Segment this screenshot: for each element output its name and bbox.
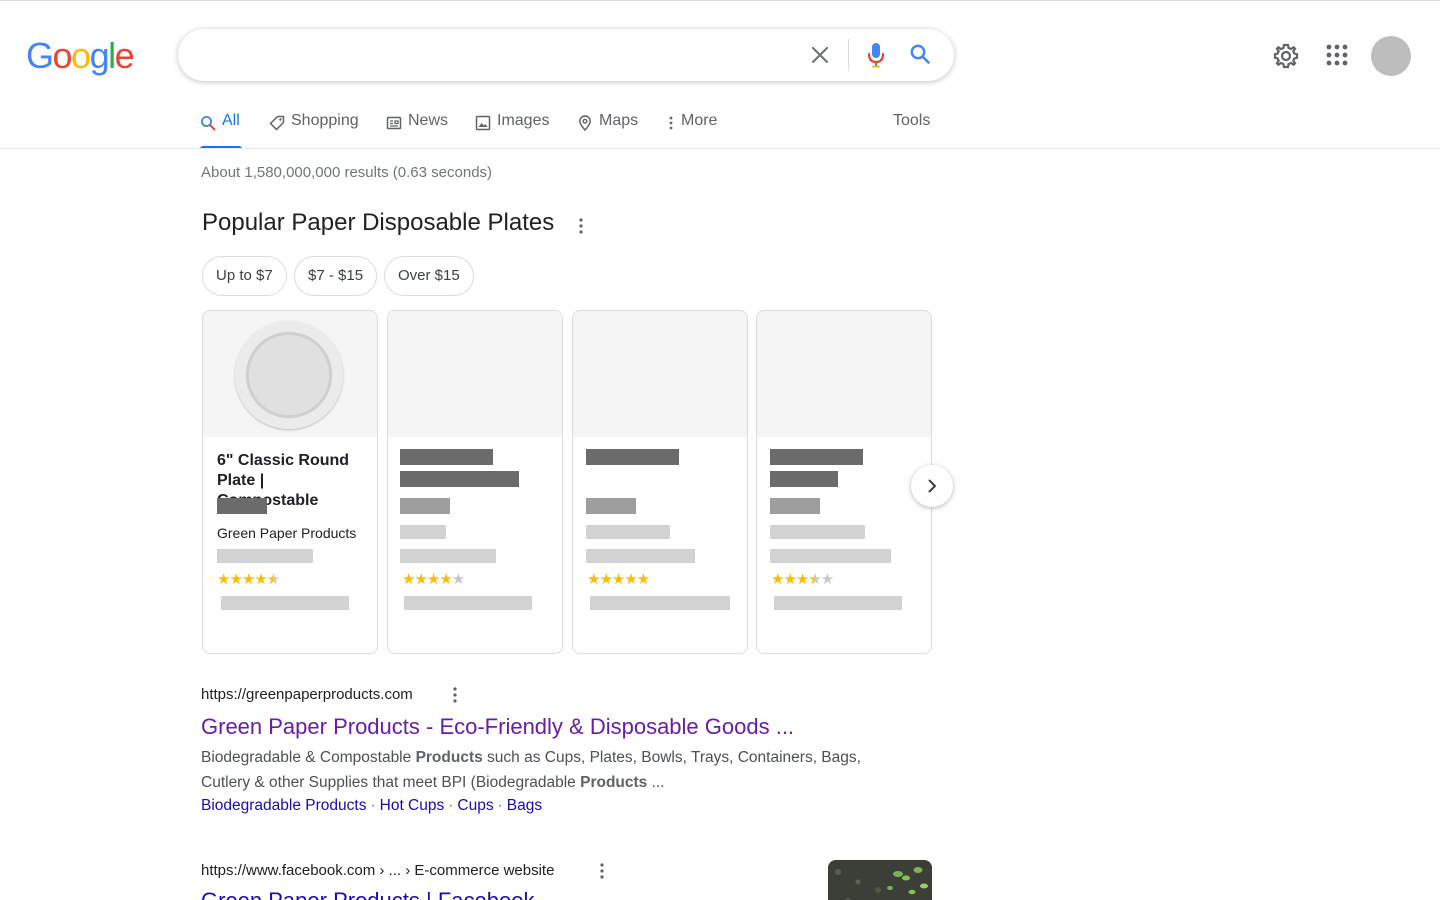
result-thumbnail[interactable] [828, 860, 932, 900]
sitelink[interactable]: Bags [507, 797, 542, 814]
result-title-link[interactable]: Green Paper Products | Facebook [201, 888, 534, 900]
result-url[interactable]: https://www.facebook.com › ... › E-comme… [201, 862, 554, 879]
redacted-text [586, 549, 695, 563]
product-merchant: Green Paper Products [217, 525, 357, 541]
avatar[interactable] [1371, 36, 1411, 76]
product-card[interactable]: ★★★★★ [572, 310, 748, 654]
logo-letter: o [52, 35, 73, 76]
star-rating: ★★★★★ [771, 571, 834, 588]
result-title-link[interactable]: Green Paper Products - Eco-Friendly & Di… [201, 714, 794, 740]
product-card[interactable]: ★★★★★ [387, 310, 563, 654]
more-options-icon[interactable] [572, 216, 590, 236]
tab-label: More [681, 112, 718, 129]
star-rating: ★★★★★ [587, 571, 650, 588]
logo-letter: G [26, 35, 54, 76]
redacted-merchant [586, 525, 670, 539]
product-image [573, 311, 747, 437]
search-box [178, 29, 954, 81]
redacted-price [770, 498, 820, 514]
chevron-right-icon [928, 479, 936, 493]
sitelink[interactable]: Biodegradable Products [201, 797, 366, 814]
tools-button[interactable]: Tools [893, 112, 930, 149]
newspaper-icon [386, 116, 402, 130]
google-logo[interactable]: Google [26, 35, 135, 76]
price-chip[interactable]: $7 - $15 [294, 256, 378, 296]
tab-shopping[interactable]: Shopping [269, 112, 359, 149]
redacted-title [770, 471, 838, 487]
carousel-next-button[interactable] [911, 465, 953, 507]
product-image [203, 311, 377, 437]
redacted-title [586, 449, 679, 465]
shopping-section-title: Popular Paper Disposable Plates [202, 209, 555, 236]
result-url[interactable]: https://greenpaperproducts.com [201, 686, 413, 703]
search-icon[interactable] [908, 42, 932, 66]
tab-label: News [408, 112, 449, 129]
redacted-text [590, 596, 730, 610]
tab-all[interactable]: All [200, 112, 242, 149]
search-divider [848, 39, 849, 71]
product-card[interactable]: 6" Classic Round Plate | Compostable Gre… [202, 310, 378, 654]
redacted-title [400, 471, 519, 487]
more-options-icon[interactable] [448, 685, 462, 705]
apps-grid-icon[interactable] [1326, 44, 1348, 66]
separator: · [448, 797, 454, 814]
tab-label: Shopping [291, 112, 359, 129]
logo-letter: o [71, 35, 91, 76]
snippet-text: ... [647, 774, 665, 791]
price-chip[interactable]: Over $15 [384, 256, 474, 296]
map-pin-icon [579, 115, 591, 131]
more-options-icon[interactable] [595, 861, 609, 881]
tab-more[interactable]: More [663, 112, 717, 149]
star-rating: ★★★★★ [217, 571, 280, 588]
search-input[interactable] [202, 41, 802, 69]
snippet-bold: Products [580, 774, 648, 791]
redacted-price [400, 498, 450, 514]
result-snippet: Biodegradable & Compostable Products suc… [201, 745, 881, 795]
product-card[interactable]: ★★★★★ [756, 310, 932, 654]
more-vert-icon [669, 116, 673, 130]
star-rating: ★★★★★ [402, 571, 465, 588]
tab-label: Maps [599, 112, 639, 129]
product-image [757, 311, 931, 437]
redacted-merchant [400, 525, 446, 539]
redacted-price [217, 498, 267, 514]
redacted-text [404, 596, 532, 610]
tab-label: Images [497, 112, 550, 129]
tab-label: All [222, 112, 240, 129]
sitelinks: Biodegradable Products · Hot Cups · Cups · Bag… [201, 797, 542, 815]
tag-icon [269, 115, 285, 131]
sitelink[interactable]: Cups [457, 797, 493, 814]
price-chip[interactable]: Up to $7 [202, 256, 287, 296]
search-icon [201, 116, 216, 131]
redacted-text [770, 549, 891, 563]
settings-gear-icon[interactable] [1272, 42, 1300, 70]
tab-maps[interactable]: Maps [577, 112, 638, 149]
redacted-text [217, 549, 313, 563]
snippet-bold: Products [415, 749, 483, 766]
tab-images[interactable]: Images [475, 112, 549, 149]
snippet-text: Biodegradable & Compostable [201, 749, 416, 766]
image-icon [475, 115, 491, 131]
sitelink[interactable]: Hot Cups [380, 797, 445, 814]
redacted-text [221, 596, 349, 610]
logo-letter: e [114, 35, 135, 76]
separator: · [370, 797, 376, 814]
tab-news[interactable]: News [386, 112, 448, 149]
paper-plate-image [235, 321, 343, 429]
mic-icon[interactable] [864, 41, 888, 69]
redacted-title [770, 449, 863, 465]
tools-label: Tools [893, 112, 931, 129]
redacted-text [400, 549, 496, 563]
top-border [0, 0, 1440, 1]
redacted-text [774, 596, 902, 610]
close-icon[interactable] [808, 43, 832, 67]
product-image [388, 311, 562, 437]
results-stats: About 1,580,000,000 results (0.63 second… [201, 164, 493, 181]
tabs-divider [0, 148, 1440, 149]
redacted-merchant [770, 525, 865, 539]
redacted-title [400, 449, 493, 465]
redacted-price [586, 498, 636, 514]
logo-letter: g [89, 35, 110, 76]
separator: · [497, 797, 503, 814]
